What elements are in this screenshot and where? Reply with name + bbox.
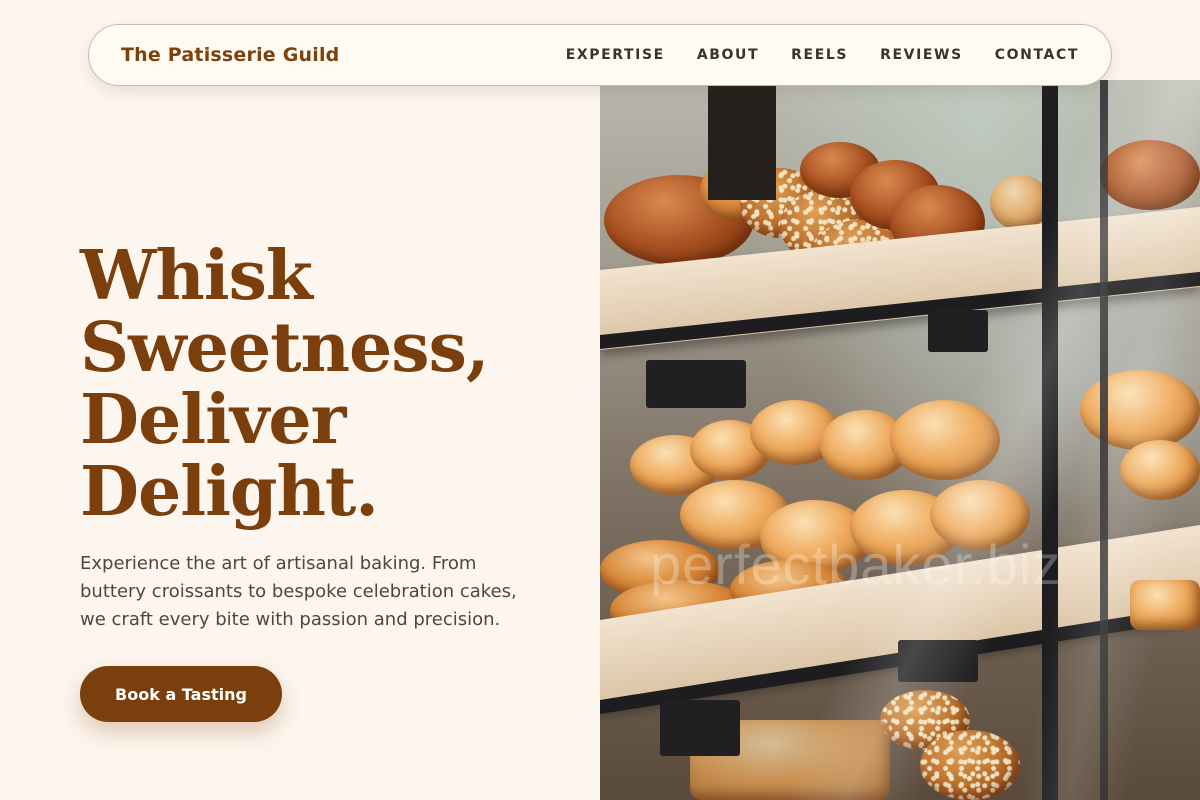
nav-link-expertise[interactable]: EXPERTISE bbox=[566, 47, 665, 63]
hero-subtitle: Experience the art of artisanal baking. … bbox=[80, 553, 517, 630]
nav-link-reviews[interactable]: REVIEWS bbox=[880, 47, 963, 63]
hero-bakery-image: perfectbaker.biz bbox=[600, 80, 1200, 800]
nav-link-about[interactable]: ABOUT bbox=[697, 47, 759, 63]
brand-logo-text[interactable]: The Patisserie Guild bbox=[121, 44, 339, 66]
hero-title-line: Deliver bbox=[80, 380, 347, 460]
hero-title-line: Delight. bbox=[80, 452, 379, 532]
nav-links: EXPERTISE ABOUT REELS REVIEWS CONTACT bbox=[566, 47, 1079, 63]
image-watermark: perfectbaker.biz bbox=[650, 533, 1062, 596]
glass-glare bbox=[600, 80, 1200, 800]
nav-link-contact[interactable]: CONTACT bbox=[995, 47, 1079, 63]
top-navbar: The Patisserie Guild EXPERTISE ABOUT REE… bbox=[88, 24, 1112, 86]
book-tasting-button[interactable]: Book a Tasting bbox=[80, 666, 282, 722]
hero-title-line: Sweetness, bbox=[80, 308, 490, 388]
hero-title: Whisk Sweetness, Deliver Delight. bbox=[80, 240, 580, 528]
hero-title-line: Whisk bbox=[80, 236, 313, 316]
nav-link-reels[interactable]: REELS bbox=[791, 47, 848, 63]
